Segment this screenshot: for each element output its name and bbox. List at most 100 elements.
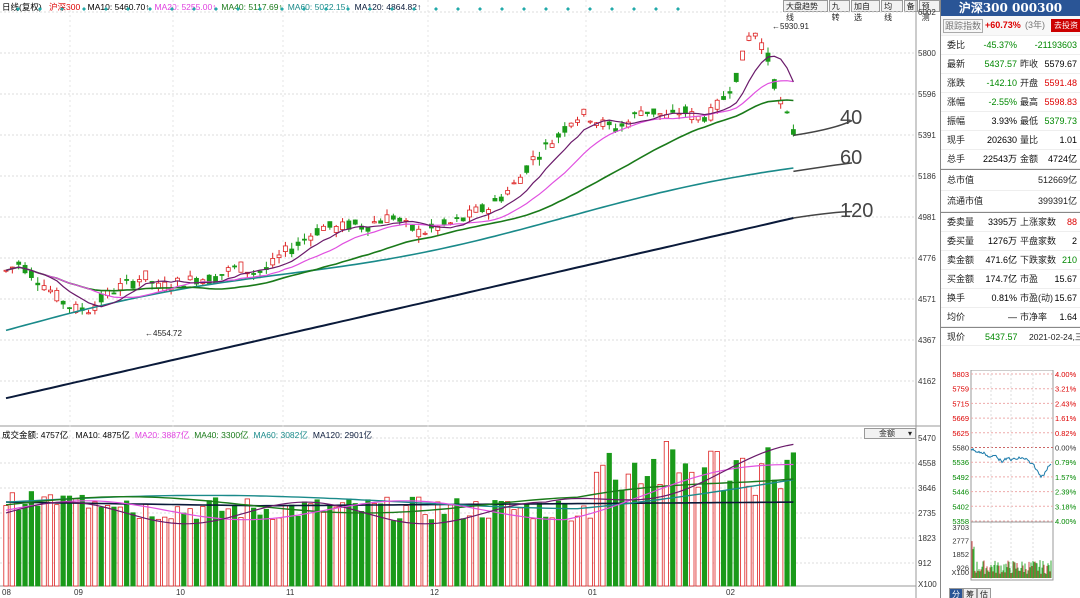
- signal-marker: [522, 7, 526, 11]
- candle: [556, 133, 561, 138]
- date-axis-label: 11: [286, 588, 295, 597]
- quote-label: 上涨家数: [1020, 217, 1057, 227]
- candle: [98, 293, 104, 303]
- low-annotation: ←4554.72: [145, 329, 182, 338]
- quote-value: 1276万: [987, 236, 1017, 246]
- candle: [498, 196, 504, 202]
- quote-label: 卖金额: [947, 255, 975, 265]
- volume-bar: [562, 504, 568, 587]
- candle: [270, 258, 276, 266]
- minichart-left-label: 5580: [952, 444, 969, 453]
- candle: [276, 254, 282, 258]
- volume-ma-item: MA60: 3082亿: [253, 430, 308, 440]
- volume-bar: [581, 505, 587, 587]
- candle: [752, 32, 758, 37]
- minichart-right-label: 2.39%: [1055, 488, 1077, 497]
- minichart-left-label: 5625: [952, 429, 969, 438]
- quote-value: 5579.67: [1044, 59, 1077, 69]
- now-label: 现价: [947, 332, 966, 342]
- candle: [562, 126, 568, 133]
- minichart-left-label: 5492: [952, 473, 969, 482]
- candle: [136, 279, 142, 283]
- quote-row: 卖金额 471.6亿 下跌家数 210: [941, 251, 1080, 270]
- candle: [670, 109, 676, 113]
- quote-row: 均价 — 市净率 1.64: [941, 308, 1080, 327]
- volume-bar: [441, 513, 447, 587]
- quote-value: 1.64: [1059, 312, 1077, 322]
- candle: [365, 226, 371, 232]
- volume-bar: [225, 508, 231, 587]
- signal-marker: [368, 7, 372, 11]
- candle: [35, 282, 41, 286]
- bottom-tab[interactable]: 筹: [963, 588, 977, 598]
- candle: [60, 300, 66, 305]
- candle: [333, 226, 339, 233]
- volume-bar: [428, 519, 435, 587]
- candle: [448, 222, 453, 225]
- volume-bar: [409, 496, 416, 587]
- date-axis-label: 09: [74, 588, 83, 597]
- volume-bar: [479, 517, 485, 587]
- quote-value: -2.55%: [988, 97, 1017, 107]
- candle: [721, 96, 726, 100]
- volume-bar: [663, 441, 670, 587]
- volume-bar: [549, 517, 555, 587]
- candle: [479, 204, 485, 213]
- volume-bar: [79, 494, 85, 587]
- quote-value: 15.67: [1054, 293, 1077, 303]
- signal-marker: [500, 7, 504, 11]
- quote-value: 3.93%: [991, 116, 1017, 126]
- candle: [282, 245, 288, 252]
- bottom-tab[interactable]: 估: [977, 588, 991, 598]
- volume-bar: [435, 501, 441, 587]
- intraday-minichart[interactable]: 5803 4.00% 5759 3.21% 5715 2.43% 5669 1.61% 5625…: [941, 370, 1080, 582]
- volume-bar: [193, 518, 200, 587]
- quote-value: 174.7亿: [985, 274, 1017, 284]
- volume-bar: [466, 515, 473, 587]
- candle: [111, 292, 117, 295]
- candle: [130, 281, 136, 289]
- quote-label: 开盘: [1020, 78, 1039, 88]
- quote-value: 15.67: [1054, 274, 1077, 284]
- candle: [378, 220, 384, 224]
- quote-row: 涨跌 -142.10 开盘 5591.48: [941, 74, 1080, 93]
- tracking-note: (3年): [1025, 20, 1045, 30]
- volume-bar: [740, 457, 746, 587]
- volume-bar: [143, 503, 149, 587]
- volume-bar: [555, 500, 562, 587]
- bottom-tab[interactable]: 分: [949, 588, 963, 598]
- volume-dropdown[interactable]: 金额 ▾: [864, 428, 916, 439]
- volume-bar: [384, 496, 390, 587]
- candle: [308, 235, 314, 241]
- signal-marker: [192, 7, 196, 11]
- quote-value: -21193603: [1034, 40, 1077, 50]
- candle: [86, 312, 91, 315]
- quote-label: 市盈(动): [1020, 293, 1053, 303]
- minichart-vol-label: 3703: [952, 523, 969, 532]
- quote-value: 2: [1071, 236, 1077, 246]
- kline-chart-area[interactable]: 日线(复权) 沪深300 MA10: 5460.70↑ MA20: 5255.00…: [0, 0, 940, 598]
- quote-label: 涨幅: [947, 97, 966, 107]
- candle: [162, 281, 168, 292]
- minichart-left-label: 5536: [952, 458, 969, 467]
- high-value: 5930.91: [780, 22, 809, 31]
- volume-bar: [403, 505, 409, 587]
- quote-label: 量比: [1020, 135, 1039, 145]
- minichart-right-label: 0.00%: [1055, 444, 1077, 453]
- candle: [124, 279, 130, 281]
- tracking-row: 跟踪指数 +60.73% (3年) 去投资: [941, 16, 1080, 36]
- kline-svg: [0, 0, 940, 598]
- signal-marker: [412, 7, 416, 11]
- quote-label: 委卖量: [947, 217, 975, 227]
- volume-ma-item: MA40: 3300亿: [194, 430, 249, 440]
- candle: [714, 99, 720, 110]
- candle: [371, 221, 377, 224]
- candle: [619, 123, 625, 127]
- quote-label: 最低: [1020, 116, 1039, 126]
- candle: [416, 228, 422, 238]
- quote-value: 471.6亿: [985, 255, 1017, 265]
- volume-bar: [16, 509, 22, 587]
- candle: [397, 217, 403, 222]
- invest-button[interactable]: 去投资: [1051, 19, 1080, 32]
- volume-bar: [92, 501, 98, 587]
